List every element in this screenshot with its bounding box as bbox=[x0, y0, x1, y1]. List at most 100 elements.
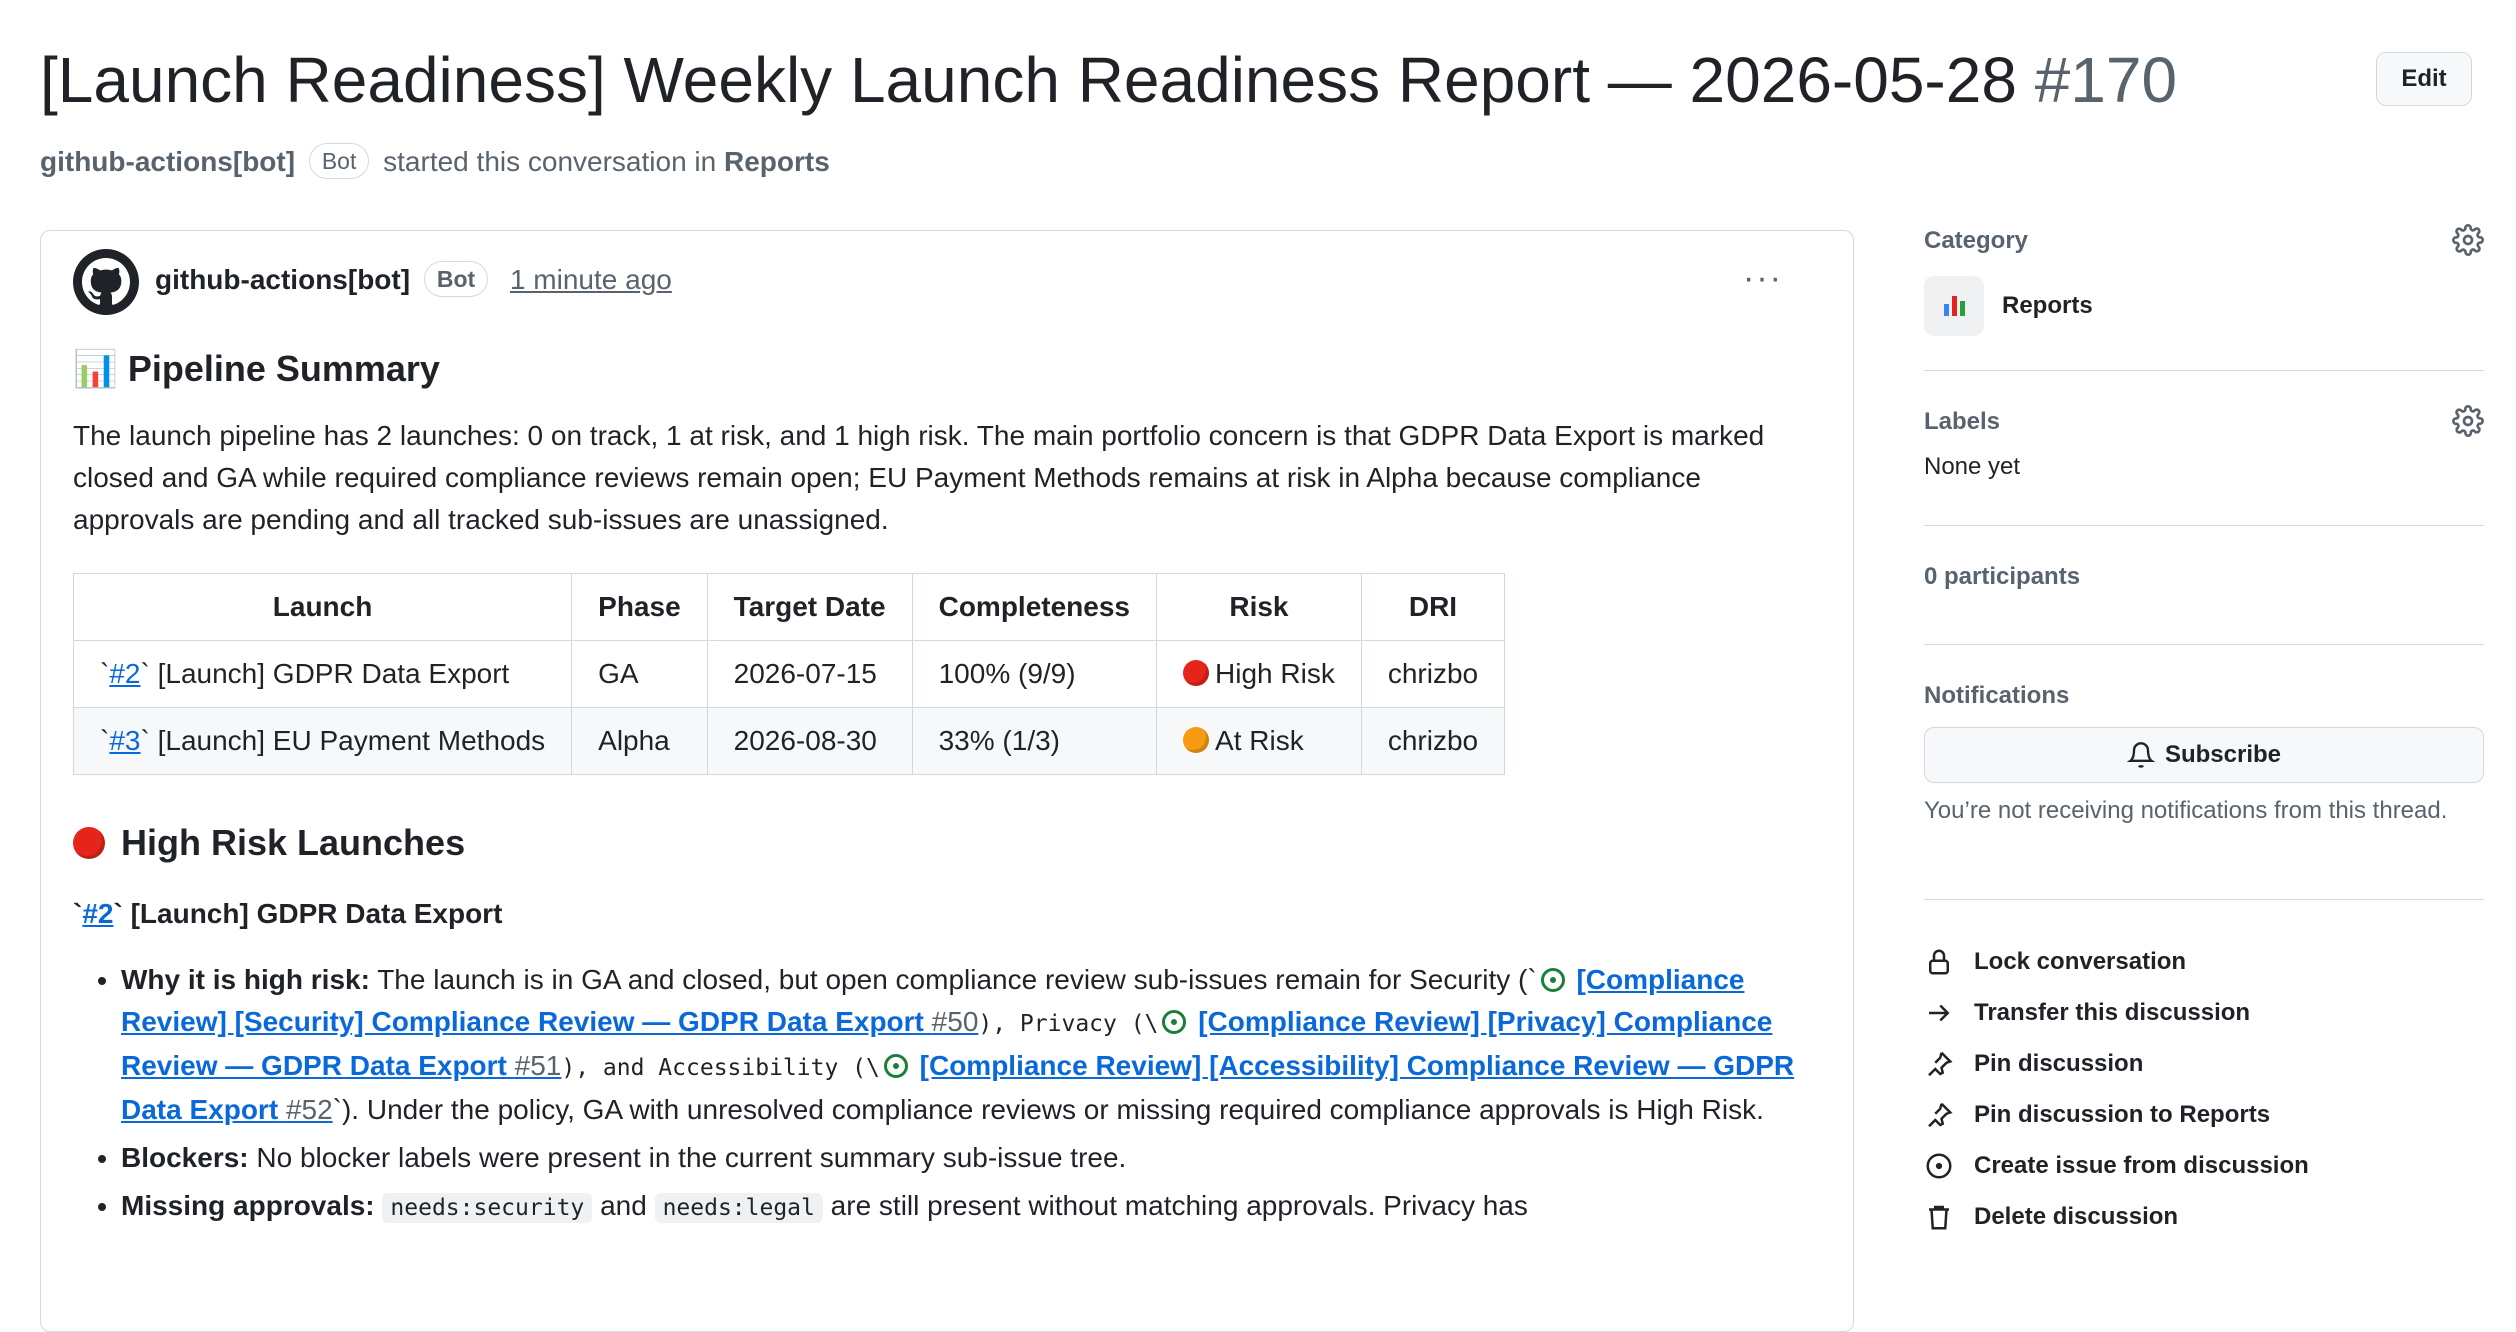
high-risk-heading: High Risk Launches bbox=[73, 815, 1828, 871]
list-item: Why it is high risk: The launch is in GA… bbox=[121, 959, 1828, 1131]
completeness-cell: 33% (1/3) bbox=[911, 707, 1158, 775]
github-icon bbox=[82, 258, 130, 305]
action-label: Delete discussion bbox=[1974, 1202, 2179, 1230]
page-title: [Launch Readiness] Weekly Launch Readine… bbox=[40, 40, 2177, 120]
more-options-icon[interactable]: ··· bbox=[1743, 259, 1783, 298]
pin-discussion-action[interactable]: Pin discussion bbox=[1924, 1038, 2484, 1089]
red-circle-icon bbox=[73, 827, 105, 859]
gear-icon[interactable] bbox=[2452, 405, 2484, 437]
label-code: needs:security bbox=[382, 1193, 593, 1223]
action-label: Pin discussion to Reports bbox=[1974, 1100, 2271, 1128]
started-text: started this conversation in bbox=[383, 146, 717, 177]
bullet-text: ), and Accessibility (\ bbox=[561, 1055, 880, 1081]
issue-opened-icon bbox=[1926, 1153, 1952, 1178]
labels-title: Labels bbox=[1924, 408, 2001, 435]
bullet-text: ), Privacy (\ bbox=[978, 1011, 1159, 1037]
labels-section: Labels None yet bbox=[1924, 371, 2484, 526]
high-risk-heading-text: High Risk Launches bbox=[121, 822, 466, 863]
create-issue-action[interactable]: Create issue from discussion bbox=[1924, 1140, 2484, 1191]
open-issue-icon bbox=[1162, 1010, 1187, 1034]
trash-icon bbox=[1929, 1205, 1949, 1229]
issue-link[interactable]: #2 bbox=[109, 658, 140, 689]
participants-section: 0 participants bbox=[1924, 526, 2484, 645]
edit-button[interactable]: Edit bbox=[2376, 52, 2472, 106]
launch-cell: `#2` [Launch] GDPR Data Export bbox=[72, 640, 573, 708]
title-text: [Launch Readiness] Weekly Launch Readine… bbox=[40, 44, 2017, 116]
category-link[interactable]: Reports bbox=[724, 146, 830, 177]
dri-cell: chrizbo bbox=[1360, 640, 1506, 708]
category-item[interactable]: Reports bbox=[1924, 276, 2484, 336]
target-date-cell: 2026-07-15 bbox=[706, 640, 913, 708]
avatar[interactable] bbox=[73, 249, 139, 315]
target-date-cell: 2026-08-30 bbox=[706, 707, 913, 775]
pin-icon bbox=[1928, 1102, 1953, 1127]
summary-paragraph: The launch pipeline has 2 launches: 0 on… bbox=[73, 420, 1765, 535]
subscribe-label: Subscribe bbox=[2164, 741, 2282, 768]
issue-link[interactable]: #2 bbox=[82, 898, 113, 929]
risk-details-list: Why it is high risk: The launch is in GA… bbox=[73, 959, 1828, 1229]
comment-timestamp[interactable]: 1 minute ago bbox=[510, 264, 672, 295]
open-issue-icon bbox=[883, 1054, 908, 1078]
discussion-number: #170 bbox=[2034, 44, 2178, 116]
bullet-label: Why it is high risk: bbox=[121, 964, 370, 995]
category-name: Reports bbox=[2002, 292, 2093, 319]
issue-number: #51 bbox=[514, 1050, 562, 1081]
list-item: Missing approvals: needs:security and ne… bbox=[121, 1185, 1828, 1229]
comment-author[interactable]: github-actions[bot] bbox=[155, 264, 410, 295]
list-item: Blockers: No blocker labels were present… bbox=[121, 1137, 1828, 1179]
risk-label: High Risk bbox=[1215, 658, 1335, 689]
table-header: Phase bbox=[571, 573, 708, 641]
gear-icon[interactable] bbox=[2452, 224, 2484, 256]
open-issue-icon bbox=[1540, 968, 1565, 992]
label-code: needs:legal bbox=[654, 1193, 823, 1223]
bullet-label: Blockers: bbox=[121, 1142, 249, 1173]
launch-table: Launch Phase Target Date Completeness Ri… bbox=[72, 573, 1506, 775]
action-label: Lock conversation bbox=[1974, 947, 2187, 975]
pin-discussion-to-reports-action[interactable]: Pin discussion to Reports bbox=[1924, 1089, 2484, 1140]
arrow-right-icon bbox=[1929, 1004, 1950, 1021]
table-header: Launch bbox=[72, 573, 573, 641]
delete-discussion-action[interactable]: Delete discussion bbox=[1924, 1191, 2484, 1242]
sidebar: Category Reports Labels None yet 0 parti… bbox=[1924, 210, 2484, 1242]
bell-icon bbox=[2126, 742, 2155, 768]
subscribe-button[interactable]: Subscribe bbox=[1924, 727, 2484, 783]
author-link[interactable]: github-actions[bot] bbox=[40, 146, 295, 177]
launch-cell: `#3` [Launch] EU Payment Methods bbox=[72, 707, 573, 775]
discussion-comment: github-actions[bot] Bot 1 minute ago ···… bbox=[40, 230, 1854, 1332]
action-label: Pin discussion bbox=[1974, 1049, 2144, 1077]
risk-cell: High Risk bbox=[1156, 640, 1362, 708]
dri-cell: chrizbo bbox=[1360, 707, 1506, 775]
bot-badge: Bot bbox=[423, 261, 489, 297]
pipeline-summary-heading: 📊 Pipeline Summary bbox=[73, 348, 440, 389]
discussion-meta: github-actions[bot] Bot started this con… bbox=[40, 142, 830, 182]
lock-conversation-action[interactable]: Lock conversation bbox=[1924, 936, 2484, 987]
issue-link[interactable]: #3 bbox=[109, 725, 140, 756]
category-section: Category Reports bbox=[1924, 210, 2484, 371]
launch-subheading: `#2` [Launch] GDPR Data Export bbox=[73, 898, 503, 929]
action-label: Create issue from discussion bbox=[1974, 1151, 2309, 1179]
completeness-cell: 100% (9/9) bbox=[911, 640, 1158, 708]
transfer-discussion-action[interactable]: Transfer this discussion bbox=[1924, 987, 2484, 1038]
bullet-text: The launch is in GA and closed, but open… bbox=[377, 964, 1537, 995]
category-title: Category bbox=[1924, 227, 2029, 254]
red-circle-icon bbox=[1183, 660, 1210, 686]
table-header: Target Date bbox=[706, 573, 913, 641]
notifications-section: Notifications Subscribe You’re not recei… bbox=[1924, 645, 2484, 900]
bot-badge: Bot bbox=[308, 143, 370, 179]
lock-icon bbox=[1929, 949, 1949, 974]
launch-name: [Launch] GDPR Data Export bbox=[130, 898, 503, 929]
table-header-row: Launch Phase Target Date Completeness Ri… bbox=[72, 573, 1506, 641]
table-row: `#3` [Launch] EU Payment Methods Alpha 2… bbox=[72, 707, 1506, 775]
bar-chart-icon bbox=[1924, 276, 1984, 336]
action-label: Transfer this discussion bbox=[1974, 998, 2251, 1026]
labels-value: None yet bbox=[1924, 453, 2021, 480]
comment-author-line: github-actions[bot] Bot 1 minute ago bbox=[155, 261, 672, 297]
discussion-actions: Lock conversation Transfer this discussi… bbox=[1924, 900, 2484, 1242]
bullet-text: `). Under the policy, GA with unresolved… bbox=[332, 1094, 1764, 1125]
issue-number: #52 bbox=[285, 1094, 333, 1125]
risk-label: At Risk bbox=[1215, 725, 1304, 756]
launch-name: [Launch] GDPR Data Export bbox=[157, 658, 510, 689]
comment-body: 📊 Pipeline Summary The launch pipeline h… bbox=[72, 341, 1828, 1235]
bullet-label: Missing approvals: bbox=[121, 1190, 375, 1221]
comment-header: github-actions[bot] Bot 1 minute ago ··· bbox=[73, 247, 1823, 317]
